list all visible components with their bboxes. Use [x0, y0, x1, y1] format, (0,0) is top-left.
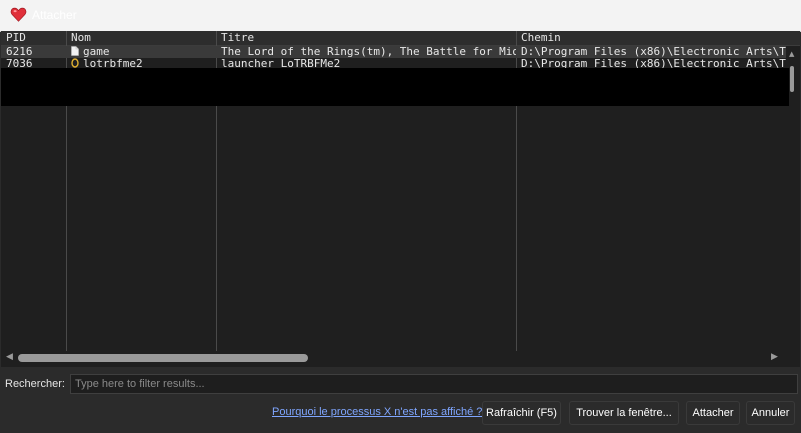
column-header-name[interactable]: Nom: [66, 31, 216, 45]
column-header-pid[interactable]: PID: [1, 31, 66, 45]
column-header-path[interactable]: Chemin: [516, 31, 787, 45]
title-bar: Attacher: [0, 0, 801, 32]
cell-pid: 6216: [6, 46, 33, 58]
search-label: Rechercher:: [5, 378, 65, 390]
column-header-row: PID Nom Titre Chemin: [1, 31, 800, 46]
scroll-up-icon[interactable]: ▲: [789, 50, 794, 58]
refresh-button[interactable]: Rafraîchir (F5): [482, 401, 561, 425]
file-icon: [71, 46, 79, 56]
redacted-region: [1, 68, 789, 106]
cancel-button[interactable]: Annuler: [746, 401, 795, 425]
ring-icon: [71, 58, 79, 68]
scroll-right-icon[interactable]: ▶: [771, 352, 778, 362]
find-window-button[interactable]: Trouver la fenêtre...: [569, 401, 679, 425]
horizontal-scrollbar[interactable]: ◀ ▶: [1, 350, 787, 365]
vertical-scrollbar[interactable]: ▲: [787, 46, 800, 352]
process-list[interactable]: PID Nom Titre Chemin 6216 game The Lord …: [1, 31, 800, 367]
horizontal-scroll-thumb[interactable]: [18, 354, 308, 362]
cell-name: game: [66, 46, 216, 58]
help-link[interactable]: Pourquoi le processus X n'est pas affich…: [272, 406, 482, 418]
cell-name-text: game: [83, 46, 110, 58]
heart-icon: [10, 7, 27, 22]
search-input[interactable]: [70, 374, 798, 394]
cell-path: D:\Program Files (x86)\Electronic Arts\T…: [521, 46, 786, 58]
attach-button[interactable]: Attacher: [686, 401, 740, 425]
vertical-scroll-thumb[interactable]: [790, 66, 794, 92]
scroll-left-icon[interactable]: ◀: [6, 352, 13, 362]
column-header-title[interactable]: Titre: [216, 31, 516, 45]
cell-title: The Lord of the Rings(tm), The Battle fo…: [221, 46, 516, 58]
table-row[interactable]: 6216 game The Lord of the Rings(tm), The…: [1, 46, 786, 58]
window-title: Attacher: [32, 8, 77, 22]
